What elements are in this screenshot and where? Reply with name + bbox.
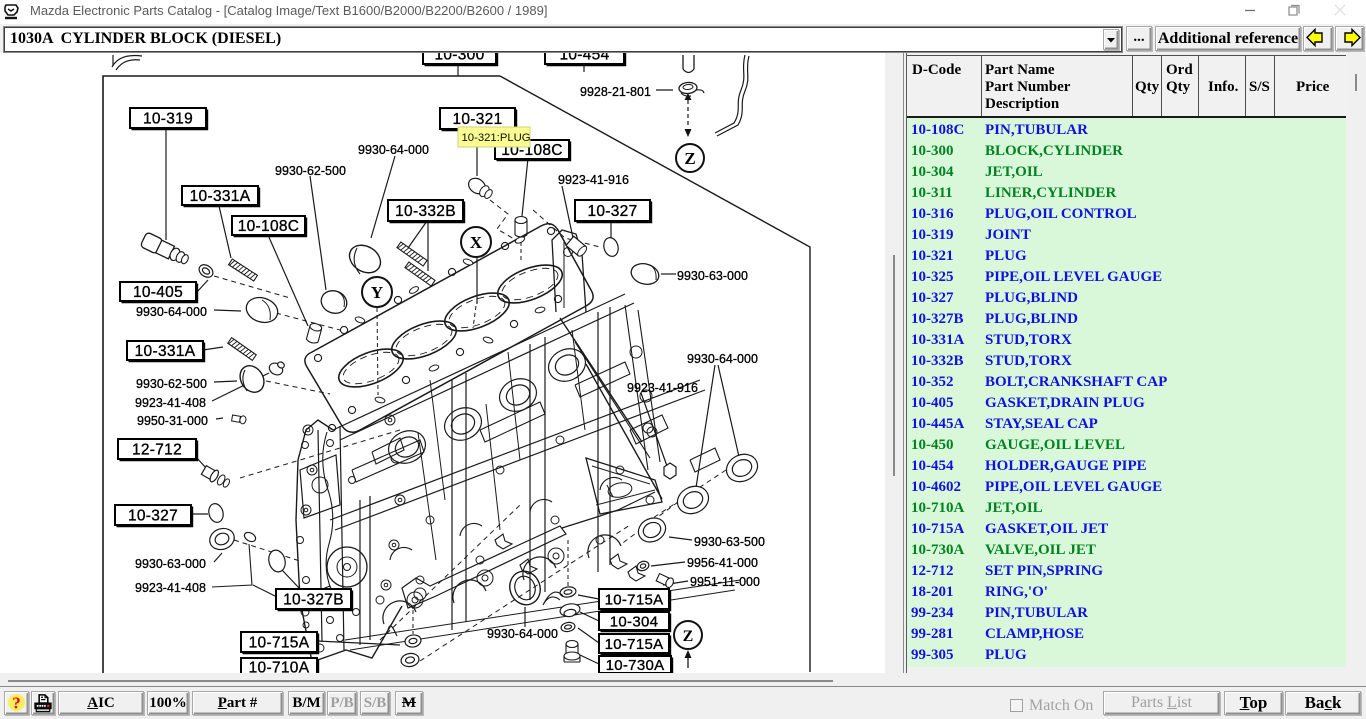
svg-text:12-712: 12-712 [132, 442, 182, 459]
svg-text:10-321: 10-321 [452, 111, 502, 128]
svg-text:10-321:PLUG: 10-321:PLUG [462, 132, 531, 144]
svg-text:10-715A: 10-715A [605, 591, 664, 608]
svg-text:9951-11-000: 9951-11-000 [690, 575, 760, 589]
svg-text:9930-63-000: 9930-63-000 [135, 557, 206, 571]
svg-text:9930-64-000: 9930-64-000 [687, 352, 758, 366]
svg-text:9930-64-000: 9930-64-000 [136, 305, 207, 319]
svg-text:9930-64-000: 9930-64-000 [358, 143, 429, 157]
svg-text:10-319: 10-319 [143, 111, 193, 128]
svg-text:10-730A: 10-730A [606, 657, 665, 673]
svg-text:?: ? [12, 694, 21, 713]
svg-text:10-327: 10-327 [128, 508, 178, 525]
svg-text:9930-63-500: 9930-63-500 [694, 535, 765, 549]
svg-text:Z: Z [684, 149, 695, 168]
svg-text:10-300: 10-300 [434, 53, 484, 64]
svg-text:10-331A: 10-331A [190, 188, 251, 205]
svg-text:9930-63-000: 9930-63-000 [677, 269, 748, 283]
svg-text:9923-41-408: 9923-41-408 [135, 581, 206, 595]
svg-text:10-454: 10-454 [559, 53, 609, 64]
svg-text:10-710A: 10-710A [249, 660, 310, 673]
svg-text:10-304: 10-304 [610, 613, 659, 630]
svg-text:9928-21-801: 9928-21-801 [580, 85, 651, 99]
svg-text:9930-62-500: 9930-62-500 [136, 377, 207, 391]
svg-text:X: X [470, 233, 483, 252]
svg-text:10-405: 10-405 [133, 284, 183, 301]
svg-text:10-715A: 10-715A [605, 636, 664, 653]
svg-text:10-715A: 10-715A [249, 635, 310, 652]
svg-text:Y: Y [371, 283, 383, 302]
svg-text:10-327: 10-327 [587, 203, 637, 220]
svg-text:9923-41-916: 9923-41-916 [558, 173, 629, 187]
svg-text:9930-64-000: 9930-64-000 [487, 627, 558, 641]
svg-text:10-331A: 10-331A [135, 343, 196, 360]
svg-text:9956-41-000: 9956-41-000 [687, 556, 758, 570]
svg-text:Z: Z [683, 628, 694, 645]
svg-text:10-108C: 10-108C [238, 218, 300, 235]
svg-text:9923-41-408: 9923-41-408 [135, 396, 206, 410]
svg-text:10-332B: 10-332B [395, 203, 456, 220]
svg-text:10-327B: 10-327B [283, 592, 344, 609]
svg-text:9950-31-000: 9950-31-000 [137, 414, 208, 428]
svg-text:9930-62-500: 9930-62-500 [275, 164, 346, 178]
svg-text:9923-41-916: 9923-41-916 [627, 381, 698, 395]
